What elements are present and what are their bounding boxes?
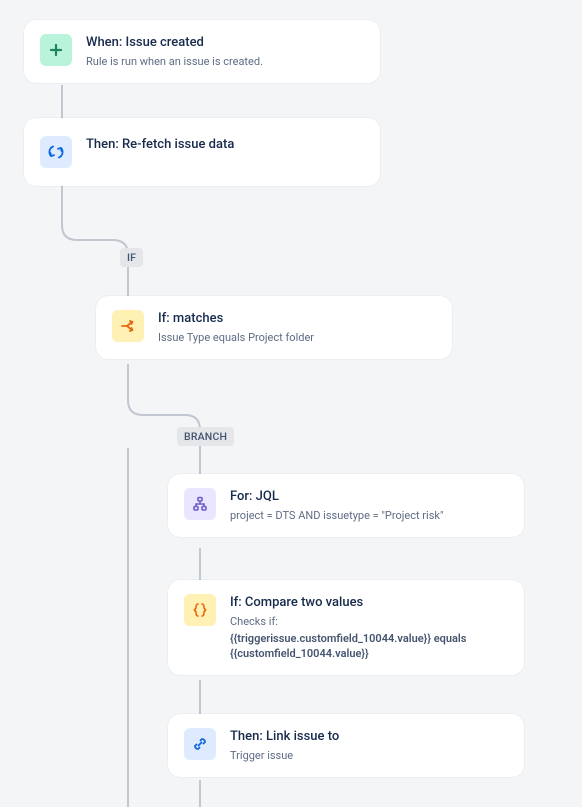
card-subtitle-1: Checks if: (230, 614, 508, 629)
if-label: IF (120, 248, 143, 267)
card-title: If: matches (158, 310, 314, 328)
branch-label-text: BRANCH (184, 430, 227, 443)
rule-card-if-matches[interactable]: If: matches Issue Type equals Project fo… (96, 296, 452, 359)
rule-card-for-jql[interactable]: For: JQL project = DTS AND issuetype = "… (168, 474, 524, 537)
refresh-icon (40, 136, 72, 168)
card-title: For: JQL (230, 488, 444, 506)
card-subtitle: Rule is run when an issue is created. (86, 54, 263, 69)
braces-icon (184, 594, 216, 626)
card-title: Then: Link issue to (230, 728, 339, 746)
card-subtitle: Issue Type equals Project folder (158, 330, 314, 345)
if-label-text: IF (127, 251, 136, 264)
rule-card-refetch[interactable]: Then: Re-fetch issue data (24, 118, 380, 186)
tree-icon (184, 488, 216, 520)
card-subtitle-2: {{triggerissue.customfield_10044.value}}… (230, 631, 508, 661)
rule-card-link[interactable]: Then: Link issue to Trigger issue (168, 714, 524, 777)
rule-card-trigger[interactable]: When: Issue created Rule is run when an … (24, 20, 380, 83)
plus-icon (40, 34, 72, 66)
branch-arrows-icon (112, 310, 144, 342)
card-subtitle: Trigger issue (230, 748, 339, 763)
rule-card-compare[interactable]: If: Compare two values Checks if: {{trig… (168, 580, 524, 675)
branch-label: BRANCH (177, 427, 234, 446)
card-title: If: Compare two values (230, 594, 508, 612)
link-icon (184, 728, 216, 760)
card-title: When: Issue created (86, 34, 263, 52)
card-title: Then: Re-fetch issue data (86, 136, 234, 154)
card-subtitle: project = DTS AND issuetype = "Project r… (230, 508, 444, 523)
